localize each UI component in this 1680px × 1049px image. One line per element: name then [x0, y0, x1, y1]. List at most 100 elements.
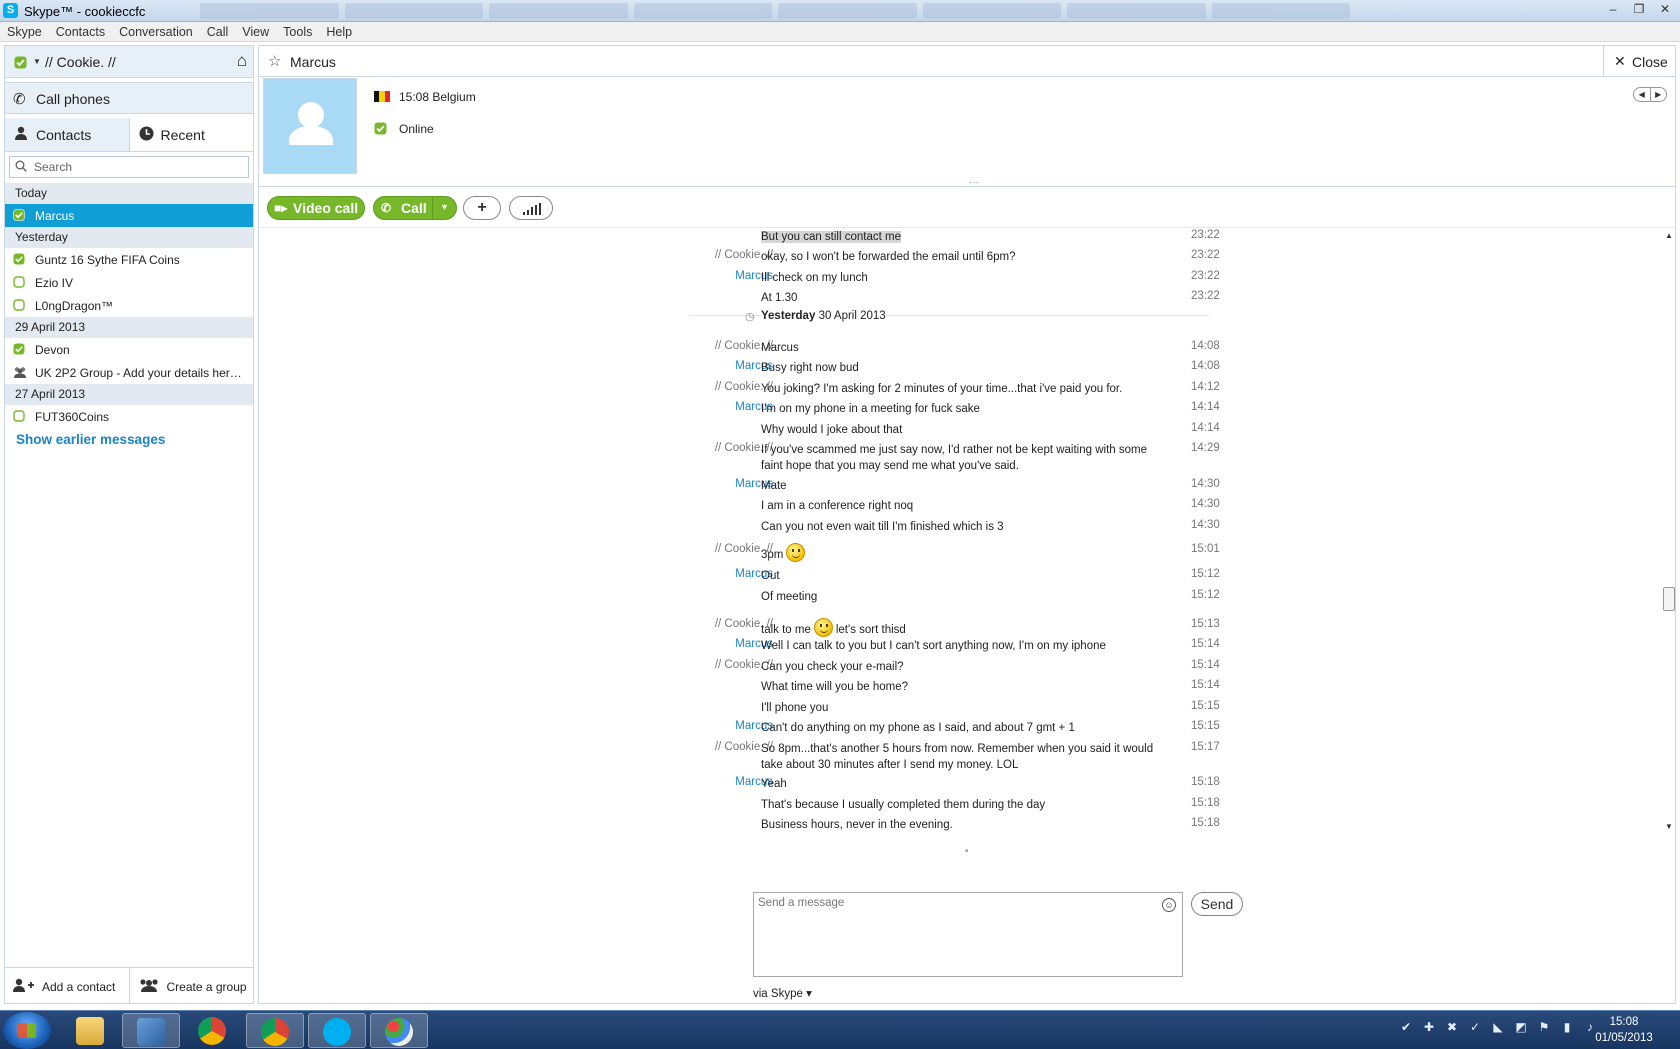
profile-name[interactable]: // Cookie. //	[45, 54, 116, 70]
message-sender[interactable]: Marcus	[677, 360, 773, 372]
taskbar-paint[interactable]	[370, 1013, 428, 1048]
search-icon	[15, 160, 27, 172]
scrollbar-thumb[interactable]	[1663, 587, 1675, 611]
call-phones-button[interactable]: ✆ Call phones	[5, 82, 253, 114]
list-item-uk-2p2-group[interactable]: UK 2P2 Group - Add your details here - h…	[5, 361, 253, 384]
menu-tools[interactable]: Tools	[283, 25, 312, 39]
section-header-today: Today	[5, 183, 253, 204]
message-sender[interactable]: // Cookie. //	[677, 618, 773, 630]
message-sender[interactable]: Marcus	[677, 401, 773, 413]
create-group-button[interactable]: Create a group	[130, 968, 254, 1003]
menu-contacts[interactable]: Contacts	[56, 25, 105, 39]
message-sender[interactable]: // Cookie. //	[677, 249, 773, 261]
add-people-button[interactable]: +	[463, 196, 501, 220]
via-skype-selector[interactable]: via Skype ▾	[753, 986, 812, 1000]
taskbar-clock[interactable]: 15:08 01/05/2013	[1582, 1014, 1666, 1046]
message-text-content: Why would I joke about that	[761, 424, 903, 436]
list-item-marcus[interactable]: Marcus	[5, 204, 253, 227]
close-window-button[interactable]: ✕	[1654, 1, 1676, 17]
message-text-content: Out	[761, 570, 780, 582]
message-sender[interactable]: Marcus	[677, 776, 773, 788]
add-contact-button[interactable]: Add a contact	[5, 968, 130, 1003]
maximize-button[interactable]: ❐	[1628, 1, 1650, 17]
taskbar-chrome-1[interactable]	[184, 1013, 242, 1048]
star-icon[interactable]: ☆	[268, 52, 281, 70]
taskbar-skype[interactable]	[308, 1013, 366, 1048]
message-sender[interactable]: Marcus	[677, 270, 773, 282]
tray-icon[interactable]: ✖	[1444, 1019, 1460, 1035]
list-item-devon[interactable]: Devon	[5, 338, 253, 361]
message-sender[interactable]: // Cookie. //	[677, 543, 773, 555]
tab-recent[interactable]: Recent	[130, 118, 254, 151]
day-separator-date: 30 April 2013	[818, 310, 886, 322]
message-sender[interactable]: Marcus	[677, 720, 773, 732]
skype-app-icon[interactable]: S	[3, 3, 18, 18]
send-button[interactable]: Send	[1191, 892, 1243, 916]
online-status-icon[interactable]	[14, 56, 27, 69]
message-text: Can you check your e-mail?	[761, 659, 1161, 675]
flag-icon[interactable]: ⚑	[1536, 1019, 1552, 1035]
list-item-longdragon[interactable]: L0ngDragon™	[5, 294, 253, 317]
chat-scrollbar[interactable]: ▲ ▼	[1662, 229, 1676, 833]
next-arrow-icon[interactable]: ▶	[1651, 88, 1667, 101]
network-icon[interactable]: ▮	[1559, 1019, 1575, 1035]
create-group-label: Create a group	[166, 980, 247, 994]
menu-help[interactable]: Help	[326, 25, 352, 39]
compose-resize-handle[interactable]: •	[965, 846, 969, 857]
minimize-button[interactable]: –	[1602, 1, 1624, 17]
skype-tray-icon[interactable]: ✔	[1398, 1019, 1414, 1035]
start-button[interactable]	[3, 1012, 51, 1049]
message-sender[interactable]: // Cookie. //	[677, 442, 773, 454]
taskbar-chrome-2[interactable]	[246, 1013, 304, 1048]
message-input[interactable]	[758, 897, 1138, 967]
emoticon-icon[interactable]: ☺	[1162, 898, 1176, 912]
close-label: Close	[1632, 54, 1668, 70]
offline-status-icon	[13, 299, 25, 311]
message-sender[interactable]: // Cookie. //	[677, 659, 773, 671]
menu-call[interactable]: Call	[207, 25, 229, 39]
signal-bars-icon	[523, 203, 541, 215]
home-icon[interactable]: ⌂	[237, 52, 247, 70]
taskbar-explorer[interactable]	[62, 1013, 120, 1048]
tray-icon[interactable]: ✓	[1467, 1019, 1483, 1035]
contact-name: Devon	[35, 343, 70, 357]
clock-icon	[139, 126, 153, 141]
tab-contacts[interactable]: Contacts	[5, 118, 130, 151]
close-icon: ✕	[1614, 53, 1626, 69]
message-sender[interactable]: Marcus	[677, 478, 773, 490]
tray-icon[interactable]: ◩	[1513, 1019, 1529, 1035]
show-earlier-messages-link[interactable]: Show earlier messages	[5, 428, 253, 447]
menu-skype[interactable]: Skype	[7, 25, 42, 39]
online-status-icon	[13, 253, 25, 265]
avatar[interactable]	[263, 78, 357, 174]
list-item-guntz[interactable]: Guntz 16 Sythe FIFA Coins	[5, 248, 253, 271]
menu-conversation[interactable]: Conversation	[119, 25, 193, 39]
message-text: You joking? I'm asking for 2 minutes of …	[761, 381, 1161, 397]
video-call-button[interactable]: ■▸ Video call	[267, 196, 365, 220]
message-timestamp: 15:18	[1191, 797, 1220, 809]
search-input[interactable]	[34, 159, 234, 175]
scroll-up-arrow-icon[interactable]: ▲	[1665, 231, 1673, 240]
previous-arrow-icon[interactable]: ◀	[1634, 88, 1651, 101]
profile-bar[interactable]: ▼ // Cookie. // ⌂	[5, 46, 253, 78]
tray-icon[interactable]: ✚	[1421, 1019, 1437, 1035]
message-sender[interactable]: // Cookie. //	[677, 381, 773, 393]
video-camera-icon: ■▸	[274, 201, 288, 215]
list-item-fut360coins[interactable]: FUT360Coins	[5, 405, 253, 428]
call-button[interactable]: ✆ Call ▼	[373, 196, 457, 220]
call-quality-button[interactable]	[509, 196, 553, 220]
message-sender[interactable]: Marcus	[677, 638, 773, 650]
status-dropdown-icon[interactable]: ▼	[33, 57, 41, 66]
scroll-down-arrow-icon[interactable]: ▼	[1665, 822, 1673, 831]
message-text-content: Yeah	[761, 778, 787, 790]
nvidia-icon[interactable]: ◣	[1490, 1019, 1506, 1035]
menu-view[interactable]: View	[242, 25, 269, 39]
message-sender[interactable]: // Cookie. //	[677, 340, 773, 352]
taskbar-notepad[interactable]	[122, 1013, 180, 1048]
call-options-dropdown-icon[interactable]: ▼	[440, 202, 449, 212]
background-window-tabs	[200, 3, 1350, 19]
message-sender[interactable]: // Cookie. //	[677, 741, 773, 753]
message-sender[interactable]: Marcus	[677, 568, 773, 580]
list-item-ezio[interactable]: Ezio IV	[5, 271, 253, 294]
close-conversation-button[interactable]: ✕ Close	[1603, 46, 1675, 77]
